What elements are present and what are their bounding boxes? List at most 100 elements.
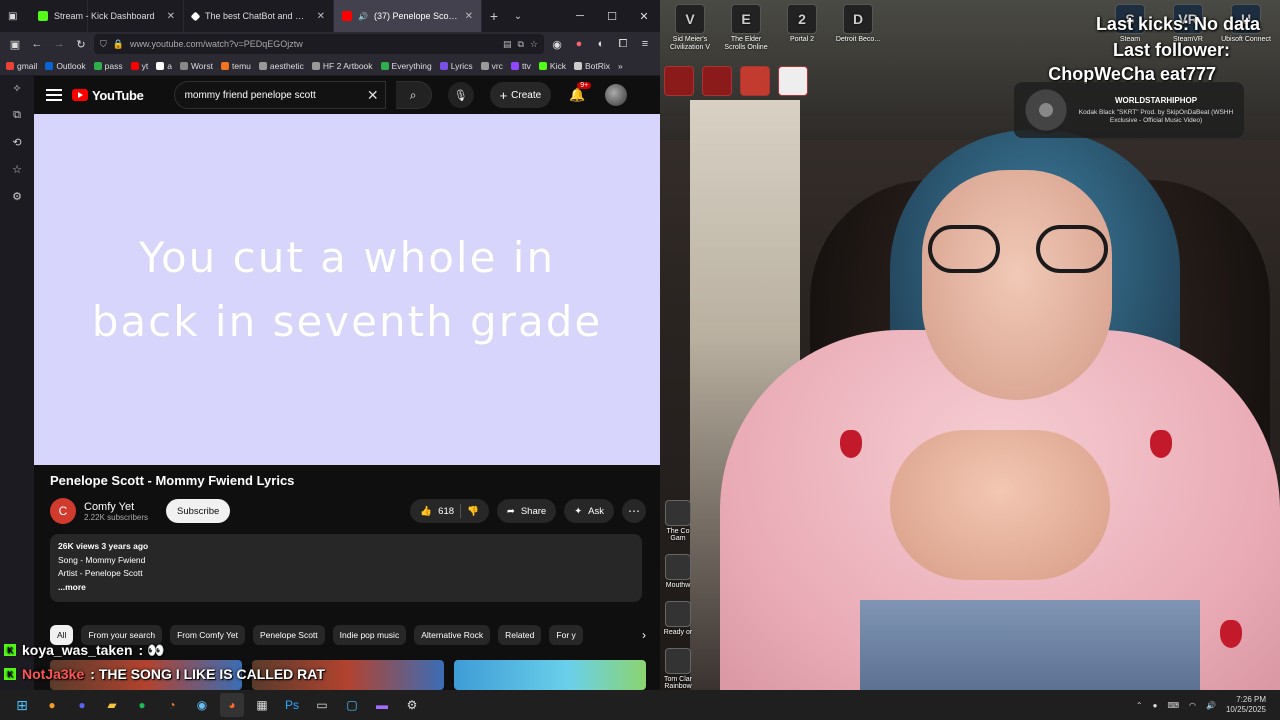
- bookmark-item[interactable]: BotRix: [573, 61, 610, 71]
- close-window-icon[interactable]: ✕: [628, 0, 660, 32]
- photoshop-icon[interactable]: Ps: [280, 693, 304, 717]
- close-tab-icon[interactable]: ✕: [465, 11, 473, 22]
- bookmark-item[interactable]: HF 2 Artbook: [311, 61, 373, 71]
- keyboard-icon[interactable]: ⌨: [1167, 701, 1179, 710]
- tab-overflow-icon[interactable]: ⌄: [506, 11, 530, 22]
- calculator-icon[interactable]: ▦: [250, 693, 274, 717]
- bookmark-item[interactable]: aesthetic: [258, 61, 304, 71]
- youtube-logo[interactable]: YouTube: [72, 88, 144, 103]
- show-more-link[interactable]: ...more: [58, 581, 634, 595]
- bookmark-item[interactable]: gmail: [6, 61, 37, 71]
- desktop-shortcut[interactable]: Mouthw: [660, 554, 696, 589]
- volume-icon[interactable]: 🔊: [1206, 701, 1216, 710]
- chevron-right-icon[interactable]: ›: [642, 628, 646, 642]
- share-button[interactable]: ➦ Share: [496, 499, 557, 523]
- pip-icon[interactable]: ⧉: [517, 39, 523, 50]
- obs-icon[interactable]: ▬: [370, 693, 394, 717]
- terminal-icon[interactable]: ▭: [310, 693, 334, 717]
- bookmark-item[interactable]: a: [156, 61, 172, 71]
- filter-chip[interactable]: For y: [549, 625, 583, 645]
- video-description[interactable]: 26K views 3 years ago Song - Mommy Fwien…: [50, 534, 642, 602]
- hamburger-menu-icon[interactable]: [46, 89, 62, 101]
- channel-name[interactable]: Comfy Yet: [84, 501, 148, 513]
- close-tab-icon[interactable]: ✕: [317, 11, 325, 22]
- tab-kick-dashboard[interactable]: Stream - Kick Dashboard ✕: [30, 0, 184, 32]
- shield-icon[interactable]: ⛉: [100, 39, 107, 50]
- url-text[interactable]: www.youtube.com/watch?v=PEDqEGOjztw: [130, 39, 497, 49]
- file-explorer-icon[interactable]: ▰: [100, 693, 124, 717]
- menu-icon[interactable]: ≡: [636, 35, 654, 53]
- extension-badge-icon[interactable]: ●: [570, 35, 588, 53]
- desktop-shortcut[interactable]: The Co Gam: [660, 500, 696, 542]
- wifi-icon[interactable]: ◠: [1189, 701, 1196, 710]
- bookmark-item[interactable]: Everything: [380, 61, 432, 71]
- sync-tabs-icon[interactable]: ⧉: [13, 109, 21, 122]
- desktop-shortcut[interactable]: Tom Clar Rainbow: [660, 648, 696, 690]
- reader-icon[interactable]: ▤: [503, 39, 512, 50]
- account-icon[interactable]: ◉: [548, 35, 566, 53]
- bookmark-item[interactable]: pass: [93, 61, 123, 71]
- back-icon[interactable]: ←: [28, 35, 46, 53]
- search-query[interactable]: mommy friend penelope scott: [185, 90, 316, 101]
- chevron-up-icon[interactable]: ⌃: [1136, 701, 1143, 710]
- history-icon[interactable]: ⟲: [12, 136, 21, 149]
- firefox-icon[interactable]: ●: [40, 693, 64, 717]
- browser-icon[interactable]: ◕: [220, 693, 244, 717]
- thumbs-down-icon[interactable]: 👎: [467, 506, 479, 517]
- close-tab-icon[interactable]: ✕: [167, 11, 175, 22]
- notifications-button[interactable]: 🔔 9+: [569, 82, 592, 103]
- bookmarks-icon[interactable]: ☆: [12, 163, 22, 176]
- sidebar-toggle-icon[interactable]: ▣: [6, 35, 24, 53]
- discord-icon[interactable]: ●: [70, 693, 94, 717]
- bookmark-item[interactable]: Kick: [538, 61, 566, 71]
- lock-icon[interactable]: 🔒: [113, 39, 124, 50]
- like-count[interactable]: 618: [438, 506, 454, 517]
- spotify-icon[interactable]: ●: [130, 693, 154, 717]
- mic-tray-icon[interactable]: ●: [1153, 701, 1158, 710]
- game-icon[interactable]: [664, 66, 694, 96]
- settings-gear-icon[interactable]: ⚙: [12, 190, 22, 203]
- create-button[interactable]: + Create: [489, 82, 552, 108]
- speaker-icon[interactable]: 🔊: [358, 12, 368, 21]
- search-input[interactable]: mommy friend penelope scott ✕: [173, 81, 386, 109]
- bookmark-item[interactable]: Worst: [179, 61, 213, 71]
- subscribe-button[interactable]: Subscribe: [166, 499, 231, 523]
- avatar[interactable]: [605, 84, 628, 106]
- game-icon[interactable]: [740, 66, 770, 96]
- bookmark-item[interactable]: vrc: [480, 61, 503, 71]
- clock[interactable]: 7:26 PM 10/25/2025: [1226, 695, 1266, 715]
- game-icon[interactable]: [778, 66, 808, 96]
- extensions-puzzle-icon[interactable]: ⧠: [614, 35, 632, 53]
- bookmark-item[interactable]: Outlook: [45, 61, 86, 71]
- tab-chatbot[interactable]: The best ChatBot and Widgets ✕: [184, 0, 334, 32]
- desktop-shortcut[interactable]: D Detroit Beco...: [832, 4, 884, 96]
- bookmark-item[interactable]: ttv: [510, 61, 531, 71]
- more-actions-icon[interactable]: ⋯: [622, 499, 646, 523]
- channel-avatar[interactable]: C: [50, 498, 76, 524]
- search-button[interactable]: ⌕: [395, 81, 432, 109]
- video-thumbnail[interactable]: [454, 660, 646, 690]
- bookmark-item[interactable]: yt: [130, 61, 148, 71]
- new-tab-button[interactable]: +: [482, 8, 506, 24]
- video-player[interactable]: You cut a whole in back in seventh grade: [34, 114, 660, 465]
- maximize-icon[interactable]: ☐: [596, 0, 628, 32]
- windows-start-icon[interactable]: ⊞: [10, 693, 34, 717]
- ai-chat-icon[interactable]: ✧: [12, 82, 21, 95]
- blender-icon[interactable]: ◔: [160, 693, 184, 717]
- steam-icon[interactable]: ◉: [190, 693, 214, 717]
- extension-icon[interactable]: ◐: [592, 35, 610, 53]
- reload-icon[interactable]: ↻: [72, 35, 90, 53]
- clear-search-icon[interactable]: ✕: [367, 87, 379, 104]
- forward-icon[interactable]: →: [50, 35, 68, 53]
- bookmark-star-icon[interactable]: ☆: [530, 39, 538, 50]
- voice-search-button[interactable]: 🎙: [447, 82, 474, 108]
- settings-icon[interactable]: ⚙: [400, 693, 424, 717]
- bookmark-item[interactable]: Lyrics: [439, 61, 473, 71]
- game-icon[interactable]: [702, 66, 732, 96]
- ask-button[interactable]: ✦ Ask: [564, 499, 614, 523]
- bookmark-item[interactable]: temu: [220, 61, 251, 71]
- thumbs-up-icon[interactable]: 👍: [420, 506, 432, 517]
- filter-chip[interactable]: Related: [498, 625, 542, 645]
- address-bar[interactable]: ⛉ 🔒 www.youtube.com/watch?v=PEDqEGOjztw …: [94, 34, 544, 54]
- minimize-icon[interactable]: ─: [564, 0, 596, 32]
